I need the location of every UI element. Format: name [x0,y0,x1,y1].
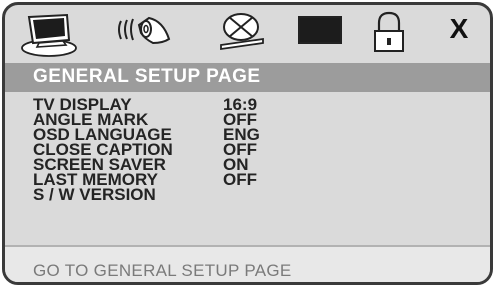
footer-hint: GO TO GENERAL SETUP PAGE [33,261,292,280]
dolby-disc-icon [220,13,264,51]
tab-exit[interactable]: X [441,5,477,63]
tv-monitor-icon [21,13,77,57]
setup-menu-panel: X GENERAL SETUP PAGE TV DISPLAY 16:9 ANG… [2,2,493,285]
menu-icon-bar: X [5,5,490,63]
setting-value: OFF [223,170,257,189]
page-title: GENERAL SETUP PAGE [33,66,261,87]
padlock-icon [374,11,404,52]
tab-password-setup[interactable] [367,5,411,63]
tab-audio-setup[interactable] [113,5,175,63]
speaker-icon [118,16,171,45]
exit-x-icon: X [449,13,469,44]
tab-video-setup[interactable] [295,5,345,63]
video-screen-icon [298,16,342,44]
tab-dolby-setup[interactable] [213,5,269,63]
page-title-bar: GENERAL SETUP PAGE [5,63,490,92]
setting-label: S / W VERSION [33,185,156,204]
status-footer: GO TO GENERAL SETUP PAGE [5,247,490,282]
tab-general-setup[interactable] [19,5,81,63]
